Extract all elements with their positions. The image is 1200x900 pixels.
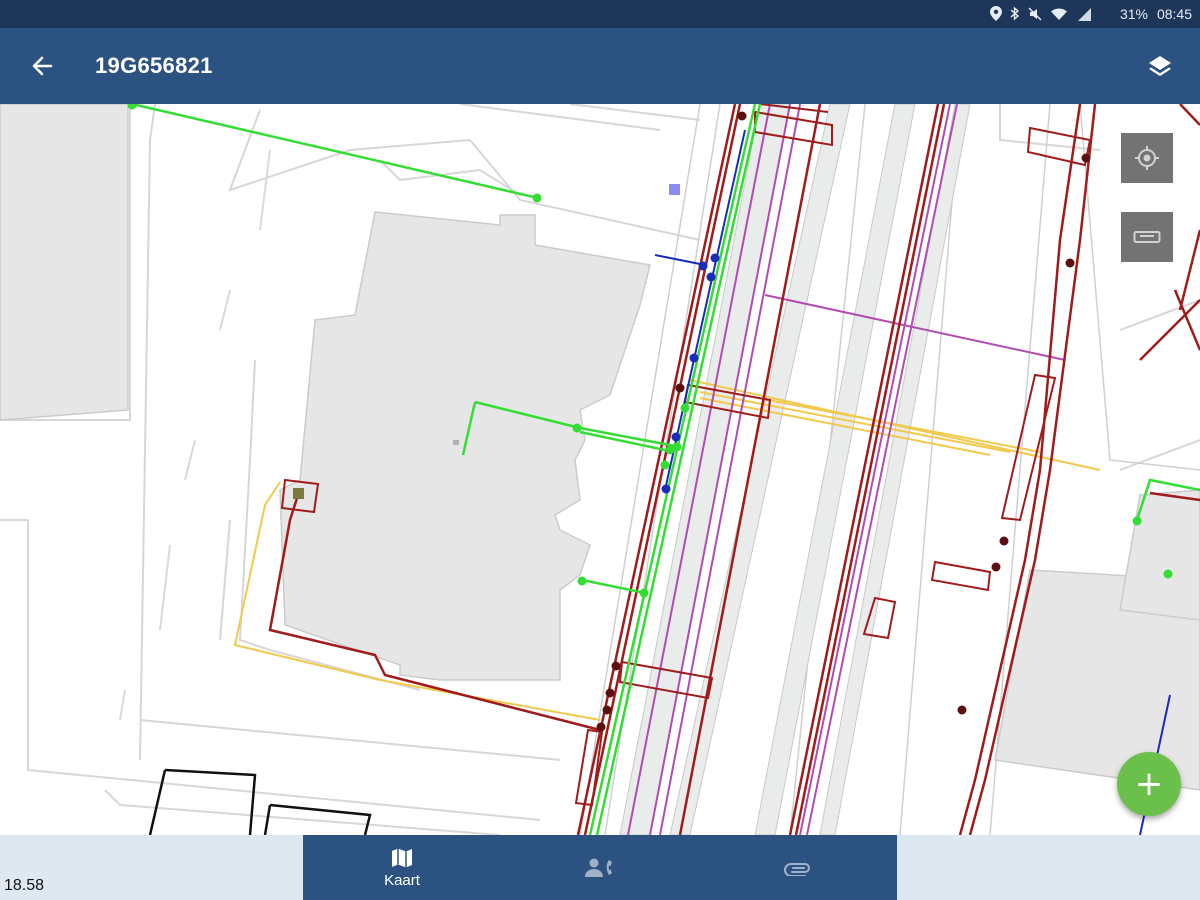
status-icons bbox=[990, 6, 1092, 25]
map-canvas[interactable] bbox=[0, 104, 1200, 835]
status-bar: 31% 08:45 bbox=[0, 0, 1200, 28]
paperclip-icon bbox=[784, 862, 810, 876]
ruler-icon bbox=[1133, 231, 1161, 243]
layers-button[interactable] bbox=[1142, 48, 1178, 84]
add-button[interactable]: + bbox=[1117, 752, 1181, 816]
nav-item-attachments[interactable] bbox=[699, 835, 897, 900]
bluetooth-icon bbox=[1010, 6, 1020, 25]
buildings bbox=[0, 104, 1200, 791]
bottom-navigation: Kaart bbox=[303, 835, 897, 900]
scale-label: 18.58 bbox=[4, 877, 45, 894]
wifi-icon bbox=[1050, 7, 1068, 25]
nav-item-map[interactable]: Kaart bbox=[303, 835, 501, 900]
location-icon bbox=[990, 6, 1002, 25]
arrow-left-icon bbox=[32, 56, 53, 76]
mute-icon bbox=[1028, 7, 1042, 25]
nav-item-contacts[interactable] bbox=[501, 835, 699, 900]
app-bar: 19G656821 bbox=[0, 28, 1200, 104]
cable-nodes bbox=[127, 104, 1173, 732]
nav-item-map-label: Kaart bbox=[384, 871, 420, 889]
map-view[interactable] bbox=[0, 104, 1200, 835]
bottom-bar-left bbox=[0, 835, 303, 900]
status-time: 08:45 bbox=[1156, 6, 1192, 22]
crosshair-icon bbox=[1135, 146, 1159, 170]
signal-icon bbox=[1076, 7, 1092, 25]
building-outlines-black bbox=[148, 768, 372, 835]
plus-icon: + bbox=[1134, 764, 1164, 804]
page-title: 19G656821 bbox=[95, 53, 213, 78]
measure-button[interactable] bbox=[1121, 212, 1173, 262]
map-icon bbox=[392, 848, 412, 867]
locate-button[interactable] bbox=[1121, 133, 1173, 183]
back-button[interactable] bbox=[24, 48, 60, 84]
bottom-bar-right bbox=[897, 835, 1200, 900]
layers-icon bbox=[1149, 56, 1171, 76]
battery-percentage: 31% bbox=[1119, 6, 1148, 22]
contact-phone-icon bbox=[585, 858, 612, 877]
